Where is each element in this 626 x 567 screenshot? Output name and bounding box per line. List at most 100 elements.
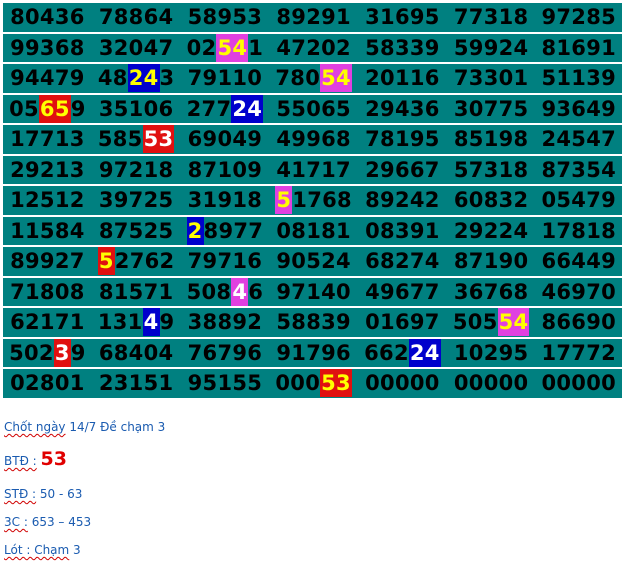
highlighted-digits: 5 [97,247,115,276]
digits: 68274 [365,249,440,274]
digits: 6 [248,279,264,304]
digits: 00000 [365,371,440,396]
note-label-std: STĐ : [4,487,37,501]
number-cell: 39725 [91,185,181,217]
number-cell: 17772 [535,337,622,369]
digits: 12512 [10,188,85,213]
number-cell: 11584 [3,215,92,247]
note-value-btd: 53 [40,448,67,470]
number-cell: 87525 [91,215,181,247]
digits: 89927 [10,249,85,274]
digits: 01697 [365,310,440,335]
digits: 59924 [453,35,529,60]
note-label-btd: BTĐ : [4,454,37,468]
digits: 69049 [187,127,263,152]
number-cell: 10295 [446,337,536,369]
number-cell: 30775 [446,93,536,125]
digits: 55065 [276,96,351,121]
number-cell: 28977 [180,215,270,247]
digits: 2762 [114,249,175,274]
digits: 79716 [187,249,263,274]
highlighted-digits: 3 [53,338,71,367]
digits: 29213 [10,157,85,182]
number-cell: 58953 [180,3,270,34]
digits: 1 [248,35,264,60]
number-cell: 57318 [446,154,536,186]
digits: 32047 [98,35,174,60]
digits: 79110 [187,66,263,91]
number-cell: 87354 [535,154,622,186]
digits: 35106 [98,96,174,121]
number-cell: 85198 [446,124,536,156]
number-cell: 29667 [358,154,447,186]
number-cell: 23151 [91,368,181,398]
number-cell: 41717 [269,154,359,186]
digits: 17713 [10,127,85,152]
number-cell: 94479 [3,63,92,95]
number-cell: 02541 [180,32,270,64]
digits: 05479 [541,188,617,213]
number-cell: 60832 [446,185,536,217]
digits: 1768 [292,188,352,213]
digits: 77318 [453,5,529,30]
digits: 99368 [10,35,85,60]
number-cell: 31918 [180,185,270,217]
number-cell: 58339 [358,32,447,64]
number-cell: 47202 [269,32,359,64]
number-cell: 69049 [180,124,270,156]
digits: 58339 [365,35,440,60]
digits: 24547 [541,127,617,152]
number-cell: 50239 [3,337,92,369]
digits: 00000 [541,371,617,396]
digits: 78864 [98,5,174,30]
digits: 3 [159,66,175,91]
number-cell: 78054 [269,63,359,95]
note-label-lot: Lót : Chạm [4,543,70,557]
note-line-lot: Lót : Chạm 3 [4,543,81,557]
number-cell: 79110 [180,63,270,95]
number-cell: 89242 [358,185,447,217]
digits: 31918 [187,188,263,213]
highlighted-digits: 65 [38,94,71,123]
number-cell: 97285 [535,3,622,34]
grid-row: 11584 87525 28977 08181 08391 29224 17818 [3,215,622,247]
digits: 90524 [276,249,351,274]
digits: 78195 [365,127,440,152]
digits: 71808 [10,279,85,304]
grid-row: 80436 78864 58953 89291 31695 77318 97285 [3,3,622,34]
digits: 662 [364,340,409,365]
digits: 91796 [276,340,351,365]
number-cell: 38892 [180,307,270,339]
number-cell: 13149 [91,307,181,339]
digits: 29436 [365,96,440,121]
digits: 49677 [365,279,440,304]
digits: 48 [97,66,128,91]
digits: 85198 [453,127,529,152]
grid-row: 99368 32047 02541 47202 58339 59924 81691 [3,32,622,64]
note-label-chot: Chốt ngày [4,420,66,434]
digits: 51139 [541,66,617,91]
number-cell: 12512 [3,185,92,217]
digits: 87190 [453,249,529,274]
number-cell: 79716 [180,246,270,278]
highlighted-digits: 5 [275,186,293,215]
digits: 505 [452,310,498,335]
grid-row: 17713 58553 69049 49968 78195 85198 24547 [3,124,622,156]
digits: 31695 [365,5,440,30]
number-cell: 08181 [269,215,359,247]
digits: 29667 [365,157,440,182]
number-cell: 62171 [3,307,92,339]
number-cell: 32047 [91,32,181,64]
number-cell: 76796 [180,337,270,369]
digits: 60832 [453,188,529,213]
digits: 62171 [10,310,85,335]
number-cell: 77318 [446,3,536,34]
digits: 30775 [453,96,529,121]
digits: 05 [9,96,39,121]
highlighted-digits: 2 [186,216,204,245]
number-cell: 51768 [269,185,359,217]
highlighted-digits: 54 [320,64,352,93]
digits: 8977 [203,218,264,243]
number-cell: 58839 [269,307,359,339]
number-cell: 66449 [535,246,622,278]
